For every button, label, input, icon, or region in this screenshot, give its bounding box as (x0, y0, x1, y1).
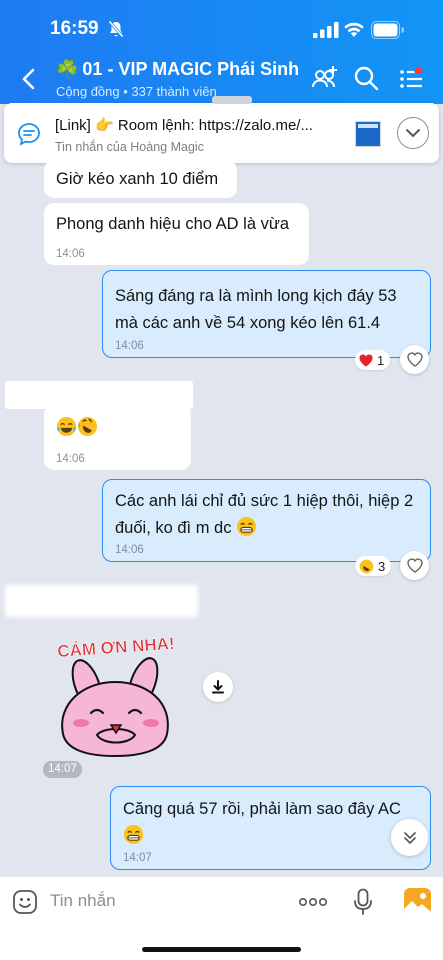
group-member-count[interactable]: Cộng đồng • 337 thành viên (56, 84, 217, 99)
laughing-emoji-icon (359, 559, 374, 573)
message-composer: Tin nhắn (0, 876, 443, 960)
pinned-author: Tin nhắn của Hoàng Magic (55, 140, 204, 154)
sticker-icon[interactable] (12, 889, 38, 915)
sticker-time: 14:07 (43, 761, 82, 778)
chevron-down-icon (406, 129, 420, 138)
heart-outline-icon (406, 558, 423, 573)
pinned-message-banner[interactable]: [Link] 👉 Room lệnh: https://zalo.me/... … (4, 103, 439, 163)
thank-you-bunny-sticker[interactable]: CẢM ƠN NHA! (45, 629, 187, 761)
download-icon (212, 680, 224, 694)
search-icon[interactable] (352, 64, 380, 92)
message-text: Sáng đáng ra là mình long kịch đáy 53 mà… (115, 287, 397, 332)
emoji-message (56, 415, 179, 442)
message-text: Phong danh hiệu cho AD là vừa (56, 215, 290, 233)
sticker-caption: CẢM ƠN NHA! (57, 634, 175, 661)
message-bubble-incoming[interactable]: 14:06 (44, 405, 191, 470)
group-title[interactable]: ☘️ 01 - VIP MAGIC Phái Sinh (56, 59, 299, 80)
pinned-link-thumbnail (355, 121, 381, 147)
double-chevron-down-icon (403, 831, 416, 844)
message-text-content: Các anh lái chỉ đủ sức 1 hiệp thôi, hiệp… (115, 492, 414, 537)
reaction-count: 1 (377, 352, 385, 368)
status-time: 16:59 (50, 18, 99, 39)
grinning-emoji-icon (123, 824, 144, 845)
reaction-count: 3 (378, 558, 386, 574)
home-indicator (142, 947, 301, 952)
more-options-icon[interactable] (298, 896, 328, 908)
rolling-laughing-emoji-icon (77, 416, 98, 437)
reaction-summary[interactable]: 3 (355, 556, 392, 576)
message-input[interactable]: Tin nhắn (50, 891, 116, 911)
message-text: Căng quá 57 rồi, phải làm sao đây AC (123, 796, 418, 850)
message-text: Các anh lái chỉ đủ sức 1 hiệp thôi, hiệp… (115, 488, 418, 542)
chat-bubble-icon (18, 123, 40, 146)
image-gallery-icon[interactable] (404, 888, 431, 915)
bell-off-icon (108, 20, 124, 38)
status-bar: 16:59 (0, 0, 443, 58)
message-bubble-outgoing[interactable]: Các anh lái chỉ đủ sức 1 hiệp thôi, hiệp… (102, 479, 431, 562)
heart-outline-icon (406, 352, 423, 367)
pinned-title: [Link] 👉 Room lệnh: https://zalo.me/... (55, 117, 313, 134)
grinning-emoji-icon (237, 516, 257, 537)
message-time: 14:07 (123, 852, 152, 864)
cellular-signal-icon (313, 22, 339, 38)
message-text-content: Căng quá 57 rồi, phải làm sao đây AC (123, 800, 401, 818)
message-bubble-incoming[interactable]: Phong danh hiệu cho AD là vừa 14:06 (44, 203, 309, 265)
notification-dot (414, 66, 423, 75)
redacted-sender-name (5, 585, 198, 617)
download-sticker-button[interactable] (203, 672, 233, 702)
battery-icon (371, 21, 404, 39)
scroll-to-bottom-button[interactable] (391, 819, 428, 856)
wifi-icon (344, 22, 364, 37)
message-time: 14:06 (115, 544, 144, 556)
group-name: 01 - VIP MAGIC Phái Sinh (82, 59, 300, 79)
message-bubble-outgoing[interactable]: Sáng đáng ra là mình long kịch đáy 53 mà… (102, 270, 431, 358)
react-button[interactable] (400, 551, 429, 580)
expand-pinned-button[interactable] (397, 117, 429, 149)
reaction-summary[interactable]: 1 (355, 350, 391, 370)
message-bubble-outgoing[interactable]: Căng quá 57 rồi, phải làm sao đây AC 14:… (110, 786, 431, 870)
message-time: 14:06 (115, 340, 144, 352)
message-text: Giờ kéo xanh 10 điểm (56, 170, 219, 188)
add-member-icon[interactable] (311, 64, 339, 92)
clover-emoji: ☘️ (56, 59, 79, 79)
message-bubble-incoming[interactable]: Giờ kéo xanh 10 điểm (44, 160, 237, 198)
tears-of-joy-emoji-icon (56, 416, 77, 437)
redacted-avatar (212, 96, 252, 104)
chat-header: 16:59 ☘️ 01 - VIP MAGIC Phái Sinh Cộng đ… (0, 0, 443, 104)
microphone-icon[interactable] (353, 888, 373, 916)
back-arrow-icon[interactable] (18, 66, 42, 92)
message-time: 14:06 (56, 248, 85, 260)
red-heart-icon (359, 354, 373, 366)
message-time: 14:06 (56, 453, 85, 465)
react-button[interactable] (400, 345, 429, 374)
